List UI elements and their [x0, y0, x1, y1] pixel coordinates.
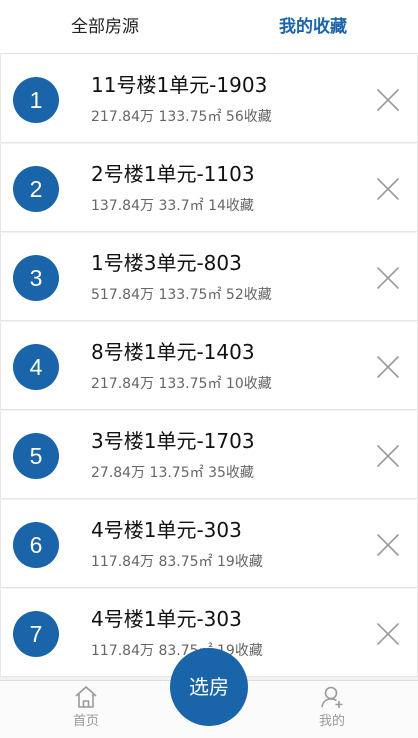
close-icon [377, 623, 399, 645]
listing-price: 517.84万 [91, 287, 154, 303]
choose-room-button[interactable]: 选房 [170, 648, 248, 726]
close-icon [377, 534, 399, 556]
nav-home-label: 首页 [72, 714, 99, 729]
home-icon [75, 686, 97, 708]
nav-mine-label: 我的 [318, 714, 345, 729]
close-icon [377, 89, 399, 111]
tab-all-listings[interactable]: 全部房源 [40, 0, 170, 54]
listing-meta: 27.84万 13.75㎡ 35收藏 [91, 462, 254, 482]
listing-price: 117.84万 [91, 554, 154, 570]
user-add-icon [321, 686, 343, 708]
remove-favorite-button[interactable] [375, 443, 401, 469]
listing-area: 33.7㎡ [158, 198, 204, 214]
listing-price: 137.84万 [91, 198, 154, 214]
nav-mine[interactable]: 我的 [287, 681, 377, 738]
listing-favorites-count: 35收藏 [208, 465, 254, 481]
index-badge: 1 [13, 77, 59, 123]
index-badge: 2 [13, 166, 59, 212]
listing-meta: 517.84万 133.75㎡ 52收藏 [91, 284, 272, 304]
close-icon [377, 267, 399, 289]
remove-favorite-button[interactable] [375, 532, 401, 558]
listing-area: 133.75㎡ [158, 376, 222, 392]
top-tab-bar: 全部房源 我的收藏 [0, 0, 418, 54]
listing-title: 2号楼1单元-1103 [91, 162, 255, 186]
listing-title: 8号楼1单元-1403 [91, 340, 255, 364]
list-item[interactable]: 4 8号楼1单元-1403 217.84万 133.75㎡ 10收藏 [0, 322, 418, 410]
index-badge: 7 [13, 611, 59, 657]
listing-meta: 117.84万 83.75㎡ 19收藏 [91, 551, 263, 571]
list-item[interactable]: 5 3号楼1单元-1703 27.84万 13.75㎡ 35收藏 [0, 411, 418, 499]
index-badge: 6 [13, 522, 59, 568]
index-badge: 3 [13, 255, 59, 301]
listing-price: 217.84万 [91, 109, 154, 125]
listing-area: 133.75㎡ [158, 287, 222, 303]
list-item[interactable]: 1 11号楼1单元-1903 217.84万 133.75㎡ 56收藏 [0, 55, 418, 143]
index-badge: 5 [13, 433, 59, 479]
remove-favorite-button[interactable] [375, 354, 401, 380]
listing-favorites-count: 10收藏 [225, 376, 272, 392]
remove-favorite-button[interactable] [375, 621, 401, 647]
listing-area: 133.75㎡ [158, 109, 222, 125]
close-icon [377, 445, 399, 467]
listing-meta: 217.84万 133.75㎡ 10收藏 [91, 373, 272, 393]
listing-title: 11号楼1单元-1903 [91, 73, 268, 97]
listing-favorites-count: 19收藏 [217, 554, 263, 570]
nav-home[interactable]: 首页 [41, 681, 131, 738]
listing-area: 83.75㎡ [158, 554, 213, 570]
close-icon [377, 178, 399, 200]
close-icon [377, 356, 399, 378]
listing-title: 4号楼1单元-303 [91, 518, 242, 542]
listing-price: 27.84万 [91, 465, 146, 481]
listing-favorites-count: 14收藏 [208, 198, 254, 214]
remove-favorite-button[interactable] [375, 176, 401, 202]
listing-favorites-count: 56收藏 [225, 109, 272, 125]
list-item[interactable]: 3 1号楼3单元-803 517.84万 133.75㎡ 52收藏 [0, 233, 418, 321]
list-item[interactable]: 2 2号楼1单元-1103 137.84万 33.7㎡ 14收藏 [0, 144, 418, 232]
remove-favorite-button[interactable] [375, 87, 401, 113]
listing-title: 3号楼1单元-1703 [91, 429, 255, 453]
remove-favorite-button[interactable] [375, 265, 401, 291]
tab-my-favorites[interactable]: 我的收藏 [248, 0, 378, 54]
listing-favorites-count: 52收藏 [225, 287, 272, 303]
listing-price: 117.84万 [91, 643, 154, 659]
listing-price: 217.84万 [91, 376, 154, 392]
listing-title: 1号楼3单元-803 [91, 251, 242, 275]
listing-area: 13.75㎡ [149, 465, 204, 481]
listing-meta: 137.84万 33.7㎡ 14收藏 [91, 195, 254, 215]
listing-title: 4号楼1单元-303 [91, 607, 242, 631]
listing-meta: 217.84万 133.75㎡ 56收藏 [91, 106, 272, 126]
listing-meta: 117.84万 83.75㎡ 19收藏 [91, 640, 263, 660]
favorites-list[interactable]: 1 11号楼1单元-1903 217.84万 133.75㎡ 56收藏 2 2号楼1单元… [0, 55, 418, 680]
list-item[interactable]: 6 4号楼1单元-303 117.84万 83.75㎡ 19收藏 [0, 500, 418, 588]
index-badge: 4 [13, 344, 59, 390]
